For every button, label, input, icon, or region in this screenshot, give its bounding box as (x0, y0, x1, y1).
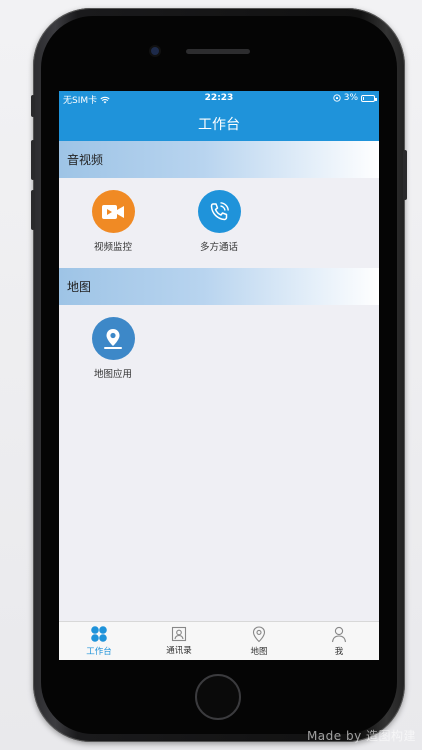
app-video-monitor[interactable]: 视频监控 (68, 190, 158, 253)
tab-label: 我 (334, 646, 344, 657)
status-time: 22:23 (204, 93, 234, 103)
battery-percent: 3% (343, 93, 358, 103)
watermark: Made by 造图构建 (306, 729, 416, 743)
location-pin-icon (252, 625, 266, 642)
app-label: 地图应用 (93, 369, 132, 380)
volume-up-button (31, 140, 35, 180)
page-title: 工作台 (198, 117, 240, 133)
contacts-icon (171, 626, 187, 642)
section-header-map: 地图 (59, 268, 379, 305)
tab-label: 地图 (250, 646, 268, 657)
home-button[interactable] (195, 674, 241, 720)
app-multi-call[interactable]: 多方通话 (174, 190, 264, 253)
front-camera (151, 47, 159, 55)
phone-call-icon (197, 190, 241, 233)
video-camera-icon (91, 190, 135, 233)
orientation-lock-icon (333, 94, 341, 102)
clover-grid-icon (91, 626, 107, 642)
tab-label: 通讯录 (166, 646, 192, 656)
nav-bar: 工作台 (59, 107, 379, 141)
tab-label: 工作台 (86, 647, 112, 657)
tab-bar: 工作台 通讯录 地图 我 (59, 621, 379, 660)
status-right: 3% (333, 93, 377, 103)
earpiece-speaker (186, 49, 250, 54)
section-title: 音视频 (67, 153, 104, 167)
app-label: 多方通话 (199, 242, 238, 253)
app-screen: 无SIM卡 22:23 3% 工作台 音视频 视频监控 多方通话 地图 地图应用… (59, 91, 379, 660)
section-header-av: 音视频 (59, 141, 379, 178)
tab-workbench[interactable]: 工作台 (59, 622, 139, 660)
tab-contacts[interactable]: 通讯录 (139, 622, 219, 660)
volume-down-button (31, 190, 35, 230)
mute-switch (31, 95, 35, 117)
tab-me[interactable]: 我 (299, 622, 379, 660)
section-title: 地图 (67, 280, 92, 294)
battery-icon (361, 94, 377, 102)
battery-fill (363, 96, 364, 100)
power-button (403, 150, 407, 200)
app-label: 视频监控 (93, 242, 132, 253)
app-map[interactable]: 地图应用 (68, 317, 158, 380)
status-bar: 无SIM卡 22:23 3% (59, 91, 379, 107)
map-pin-icon (91, 317, 135, 360)
tab-map[interactable]: 地图 (219, 622, 299, 660)
person-icon (331, 626, 347, 642)
